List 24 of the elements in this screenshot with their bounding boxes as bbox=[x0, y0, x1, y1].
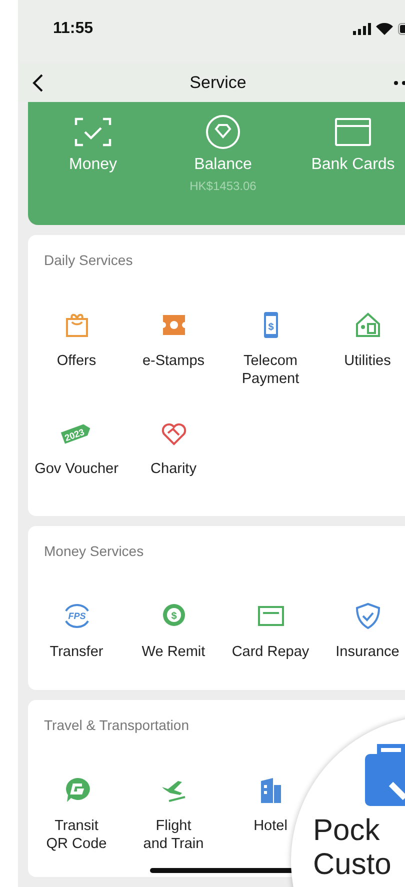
magnified-text: Pock bbox=[313, 814, 381, 848]
service-label[interactable]: We Remit bbox=[142, 642, 206, 661]
service-label[interactable]: Hotel bbox=[254, 816, 288, 835]
signal-icon bbox=[353, 23, 371, 36]
service-label[interactable]: Offers bbox=[56, 352, 96, 370]
service-label[interactable]: Transfer bbox=[50, 642, 104, 661]
service-label[interactable]: Flight and Train bbox=[143, 816, 204, 853]
back-icon[interactable] bbox=[32, 72, 44, 93]
page-title: Service bbox=[190, 72, 246, 93]
service-label[interactable]: Insurance bbox=[336, 642, 400, 661]
service-label[interactable]: Telecom Payment bbox=[242, 352, 300, 388]
service-label[interactable]: e-Stamps bbox=[142, 352, 205, 370]
wifi-icon bbox=[376, 23, 393, 36]
section-title: Travel & Transportation bbox=[44, 716, 190, 733]
balance-amount: HK$1453.06 bbox=[190, 179, 256, 194]
status-time: 11:55 bbox=[53, 20, 94, 38]
section-title: Money Services bbox=[44, 542, 145, 559]
section-title: Daily Services bbox=[44, 252, 134, 268]
service-label[interactable]: Gov Voucher bbox=[34, 460, 118, 478]
service-label[interactable]: Charity bbox=[150, 460, 196, 478]
service-label[interactable]: Transit QR Code bbox=[46, 816, 107, 853]
service-label[interactable]: Card Repay bbox=[232, 642, 310, 661]
magnified-text: Custo bbox=[313, 848, 392, 882]
service-label[interactable]: Utilities bbox=[344, 352, 391, 370]
